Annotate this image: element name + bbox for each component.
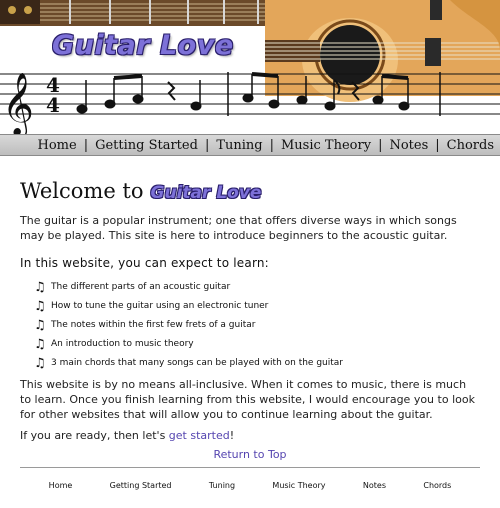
return-to-top-link[interactable]: Return to Top <box>20 448 480 461</box>
page-title-text: Welcome to <box>20 179 144 203</box>
nav-home[interactable]: Home <box>38 138 77 153</box>
site-logo[interactable]: Guitar Love <box>52 30 234 61</box>
music-note-icon: ♫ <box>34 280 46 295</box>
nav-separator: | <box>269 137 274 153</box>
nav-notes[interactable]: Notes <box>389 138 428 153</box>
list-item-label: An introduction to music theory <box>51 339 194 349</box>
nav-separator: | <box>435 137 440 153</box>
list-item: ♫ The different parts of an acoustic gui… <box>34 278 480 297</box>
music-note-icon: ♫ <box>34 299 46 314</box>
svg-text:4: 4 <box>46 93 60 117</box>
learn-list: ♫ The different parts of an acoustic gui… <box>20 278 480 373</box>
footer-nav: Home Getting Started Tuning Music Theory… <box>20 481 480 490</box>
page-title: Welcome to Guitar Love <box>20 179 480 203</box>
intro-paragraph: The guitar is a popular instrument; one … <box>20 214 457 242</box>
guitar-banner-image: 𝄞 4 4 <box>0 0 500 134</box>
ready-prefix: If you are ready, then let's <box>20 429 169 442</box>
outro-paragraph: This website is by no means all-inclusiv… <box>20 378 475 421</box>
header-banner: 𝄞 4 4 Guitar Love <box>0 0 500 134</box>
main-nav: Home | Getting Started | Tuning | Music … <box>0 134 500 156</box>
main-content: Welcome to Guitar Love The guitar is a p… <box>0 157 500 490</box>
music-note-icon: ♫ <box>34 356 46 371</box>
footer-nav-music-theory[interactable]: Music Theory <box>272 481 325 490</box>
footer-divider <box>20 467 480 468</box>
list-item: ♫ How to tune the guitar using an electr… <box>34 297 480 316</box>
nav-music-theory[interactable]: Music Theory <box>281 138 371 153</box>
nav-separator: | <box>204 137 210 153</box>
list-item-label: The notes within the first few frets of … <box>51 320 256 330</box>
page-title-logo: Guitar Love <box>150 183 262 203</box>
footer-nav-chords[interactable]: Chords <box>423 481 451 490</box>
music-note-icon: ♫ <box>34 337 46 352</box>
nav-chords[interactable]: Chords <box>447 138 494 153</box>
nav-getting-started[interactable]: Getting Started <box>95 138 198 153</box>
footer-nav-home[interactable]: Home <box>49 481 73 490</box>
list-item: ♫ The notes within the first few frets o… <box>34 316 480 335</box>
list-item-label: The different parts of an acoustic guita… <box>51 282 231 292</box>
footer-nav-notes[interactable]: Notes <box>363 481 386 490</box>
get-started-link[interactable]: get started <box>169 429 230 442</box>
list-item-label: How to tune the guitar using an electron… <box>51 301 269 311</box>
list-item: ♫ 3 main chords that many songs can be p… <box>34 354 480 373</box>
ready-suffix: ! <box>229 429 235 442</box>
nav-separator: | <box>83 137 89 153</box>
list-item: ♫ An introduction to music theory <box>34 335 480 354</box>
footer-nav-getting-started[interactable]: Getting Started <box>110 481 172 490</box>
nav-separator: | <box>378 137 383 153</box>
learn-heading: In this website, you can expect to learn… <box>20 256 269 270</box>
nav-tuning[interactable]: Tuning <box>216 138 262 153</box>
music-note-icon: ♫ <box>34 318 46 333</box>
list-item-label: 3 main chords that many songs can be pla… <box>51 358 343 368</box>
svg-text:𝄞: 𝄞 <box>2 72 34 134</box>
ready-paragraph: If you are ready, then let's get started… <box>20 428 480 443</box>
footer-nav-tuning[interactable]: Tuning <box>209 481 235 490</box>
